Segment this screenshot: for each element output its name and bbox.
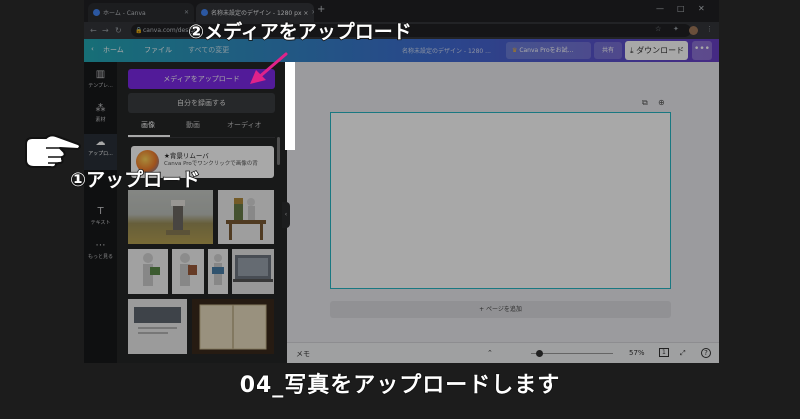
rail-item-label: アップロ...	[88, 151, 113, 157]
editor-area: ⧉ ⊕ + ページを追加	[287, 62, 719, 342]
close-window-button[interactable]: ✕	[698, 4, 705, 13]
uploads-panel: メディアをアップロード 自分を録画する 画像 動画 オーディオ ★背景リムーバ …	[117, 62, 287, 363]
collapse-panel-handle[interactable]: ‹	[282, 202, 290, 228]
back-arrow-icon[interactable]: ←	[90, 26, 97, 35]
add-page-button[interactable]: + ページを追加	[330, 301, 671, 318]
tab-label: ホーム - Canva	[103, 10, 146, 17]
uploaded-image-thumbnail[interactable]	[232, 249, 274, 294]
uploaded-image-thumbnail[interactable]	[218, 190, 274, 244]
rail-item-more[interactable]: ⋯ もっと見る	[84, 237, 117, 273]
panel-scrollbar[interactable]	[277, 137, 280, 165]
page-count[interactable]: 1	[659, 348, 669, 357]
tab-audio[interactable]: オーディオ	[227, 120, 262, 130]
fullscreen-icon[interactable]: ⤢	[680, 349, 686, 358]
uploaded-image-thumbnail[interactable]	[128, 249, 168, 294]
uploaded-image-thumbnail[interactable]	[172, 249, 204, 294]
rail-item-text[interactable]: T テキスト	[84, 203, 117, 239]
notes-button[interactable]: メモ	[296, 349, 310, 359]
canva-favicon-icon	[201, 9, 208, 16]
laptop-screen-photo	[233, 255, 273, 282]
rail-item-label: もっと見る	[87, 254, 113, 260]
close-tab-icon[interactable]: ✕	[311, 9, 314, 16]
pointing-hand-icon	[25, 134, 81, 169]
canva-favicon-icon	[93, 9, 100, 16]
profile-avatar[interactable]	[689, 26, 698, 35]
record-yourself-button[interactable]: 自分を録画する	[128, 93, 275, 113]
editor-footer: メモ ⌃ 57% 1 ⤢ ?	[287, 342, 719, 363]
file-menu[interactable]: ファイル	[144, 45, 172, 55]
extensions-icon[interactable]: ✦	[673, 25, 679, 33]
download-label: ダウンロード	[636, 46, 685, 55]
open-notebook-photo	[199, 304, 267, 350]
upload-icon: ☁	[95, 137, 106, 148]
tab-videos[interactable]: 動画	[186, 120, 200, 130]
uploaded-image-thumbnail[interactable]	[208, 249, 228, 294]
duplicate-page-icon[interactable]: ⧉	[642, 98, 648, 108]
design-canvas[interactable]	[330, 112, 671, 289]
annotation-step2: ②メディアをアップロード	[187, 20, 412, 44]
rail-item-elements[interactable]: ⁂ 素材	[84, 100, 117, 136]
rail-item-templates[interactable]: ▥ テンプレ...	[84, 66, 117, 102]
figure-with-books-photo	[143, 253, 160, 286]
maximize-button[interactable]: □	[677, 4, 685, 13]
uploaded-image-thumbnail[interactable]	[128, 299, 187, 354]
try-pro-label: Canva Proをお試...	[519, 47, 574, 54]
tab-images[interactable]: 画像	[141, 120, 155, 130]
tab-divider	[128, 137, 275, 138]
try-pro-button[interactable]: ♛ Canva Proをお試...	[506, 42, 591, 59]
share-button[interactable]: 共有	[594, 42, 622, 59]
rail-item-label: テンプレ...	[88, 83, 113, 89]
chevron-left-icon[interactable]: ‹	[91, 45, 94, 53]
side-rail: ▥ テンプレ... ⁂ 素材 ☁ アップロ... T テキスト ⋯ もっと見る	[84, 62, 117, 363]
screenshot-stage: { "browser": { "tabs": [ {"label": "ホーム …	[0, 0, 800, 419]
crown-icon: ♛	[512, 47, 518, 54]
more-icon: ⋯	[95, 240, 106, 251]
magenta-arrow-icon	[250, 52, 288, 84]
close-tab-icon[interactable]: ✕	[184, 9, 189, 16]
saved-status: すべての変更	[188, 46, 230, 54]
text-icon: T	[97, 206, 104, 217]
elements-icon: ⁂	[95, 103, 106, 114]
rail-item-label: 素材	[95, 117, 106, 123]
template-icon: ▥	[95, 69, 106, 80]
reload-icon[interactable]: ↻	[115, 26, 122, 35]
more-options-button[interactable]: •••	[692, 41, 712, 60]
figure-with-books-photo	[212, 254, 224, 285]
download-button[interactable]: ⤓ ダウンロード	[625, 41, 688, 60]
help-button[interactable]: ?	[701, 348, 711, 358]
minimize-button[interactable]: —	[656, 4, 664, 13]
rail-item-label: テキスト	[90, 220, 111, 226]
add-page-icon[interactable]: ⊕	[658, 98, 665, 107]
browser-tab-home[interactable]: ホーム - Canva ✕	[88, 3, 194, 22]
zoom-slider[interactable]	[531, 353, 613, 354]
browser-menu-icon[interactable]: ⋮	[706, 25, 713, 33]
forward-arrow-icon[interactable]: →	[102, 26, 109, 35]
caption-title: 04_写真をアップロードします	[239, 372, 561, 399]
annotation-step1: ①アップロード	[69, 168, 201, 192]
figure-with-books-photo	[180, 253, 197, 286]
uploaded-image-thumbnail[interactable]	[128, 190, 213, 244]
tab-label: 名称未設定のデザイン - 1280 px ×	[211, 10, 309, 17]
lock-icon: 🔒	[135, 27, 143, 34]
design-title[interactable]: 名称未設定のデザイン - 1280 ...	[402, 46, 491, 55]
new-tab-button[interactable]: +	[317, 4, 325, 15]
active-tab-indicator	[128, 135, 170, 137]
bookmark-star-icon[interactable]: ☆	[655, 25, 661, 33]
figure-with-books-photo	[226, 198, 266, 240]
bookstack-field-photo	[166, 200, 190, 235]
zoom-slider-handle[interactable]	[536, 350, 543, 357]
download-icon: ⤓	[630, 46, 634, 55]
home-link[interactable]: ホーム	[103, 45, 124, 55]
document-card-photo	[134, 307, 181, 334]
chevron-up-icon[interactable]: ⌃	[487, 349, 493, 357]
zoom-level[interactable]: 57%	[629, 349, 645, 357]
uploaded-image-thumbnail[interactable]	[192, 299, 274, 354]
